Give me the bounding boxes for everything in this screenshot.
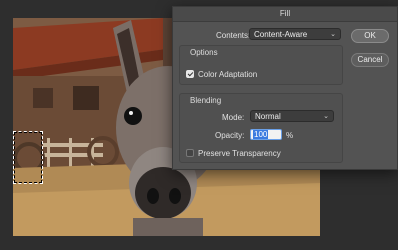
mode-label: Mode: (222, 113, 245, 122)
options-group: Options Color Adaptation (179, 45, 343, 85)
blending-title: Blending (190, 96, 222, 105)
selection-marquee[interactable] (13, 131, 43, 184)
options-title: Options (190, 48, 218, 57)
color-adaptation-checkbox[interactable] (186, 70, 194, 78)
chevron-down-icon: ⌄ (323, 113, 329, 120)
opacity-label: Opacity: (215, 131, 245, 140)
contents-label: Contents: (216, 31, 251, 40)
contents-select[interactable]: Content-Aware ⌄ (249, 28, 341, 40)
color-adaptation-label: Color Adaptation (198, 70, 258, 79)
contents-value: Content-Aware (254, 30, 308, 39)
chevron-down-icon: ⌄ (330, 31, 336, 38)
cancel-button[interactable]: Cancel (351, 53, 389, 67)
opacity-input[interactable]: 100 (250, 129, 282, 140)
opacity-unit: % (286, 131, 294, 140)
fill-dialog: Fill Contents: Content-Aware ⌄ Options C… (172, 6, 398, 170)
blending-group: Blending Mode: Normal ⌄ Opacity: 100 % P… (179, 93, 343, 163)
dialog-title: Fill (173, 7, 397, 22)
ok-button[interactable]: OK (351, 29, 389, 43)
opacity-value: 100 (253, 130, 269, 139)
mode-select[interactable]: Normal ⌄ (250, 110, 334, 122)
mode-value: Normal (255, 112, 281, 121)
preserve-transparency-label: Preserve Transparency (198, 149, 281, 158)
preserve-transparency-checkbox[interactable] (186, 149, 194, 157)
